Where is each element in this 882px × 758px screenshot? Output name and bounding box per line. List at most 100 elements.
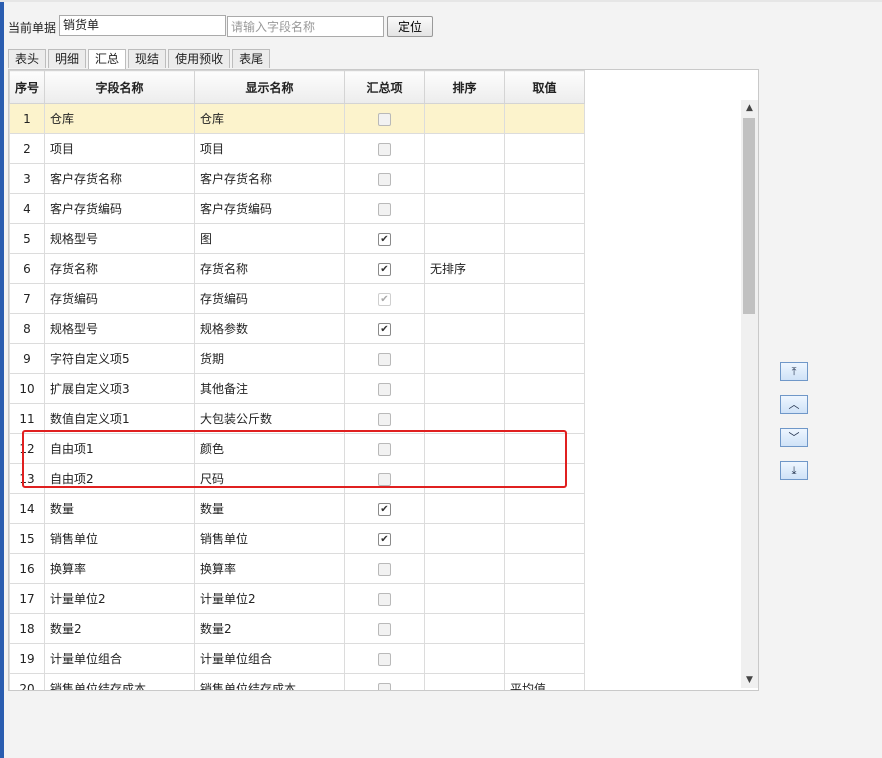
cell-summary[interactable] xyxy=(344,583,425,614)
cell-value[interactable] xyxy=(504,223,585,254)
cell-value[interactable] xyxy=(504,163,585,194)
cell-display-name[interactable]: 销售单位结存成本 xyxy=(194,673,345,690)
cell-display-name[interactable]: 客户存货名称 xyxy=(194,163,345,194)
cell-summary[interactable]: ✔ xyxy=(344,493,425,524)
cell-display-name[interactable]: 仓库 xyxy=(194,103,345,134)
tab-4[interactable]: 使用预收 xyxy=(168,49,231,68)
summary-checkbox[interactable] xyxy=(378,202,391,216)
cell-summary[interactable] xyxy=(344,643,425,674)
cell-sort[interactable] xyxy=(424,343,505,374)
cell-sort[interactable] xyxy=(424,163,505,194)
summary-checkbox[interactable] xyxy=(378,592,391,606)
cell-value[interactable] xyxy=(504,643,585,674)
cell-sort[interactable] xyxy=(424,133,505,164)
cell-display-name[interactable]: 货期 xyxy=(194,343,345,374)
vertical-scrollbar[interactable]: ▲ ▼ xyxy=(741,100,758,688)
tab-5[interactable]: 表尾 xyxy=(232,49,271,68)
cell-summary[interactable] xyxy=(344,673,425,690)
table-row[interactable]: 8 规格型号 规格参数 ✔ xyxy=(9,313,585,344)
current-document-field[interactable]: 销货单 xyxy=(59,15,226,36)
cell-sort[interactable] xyxy=(424,463,505,494)
cell-value[interactable] xyxy=(504,283,585,314)
cell-summary[interactable]: ✔ xyxy=(344,313,425,344)
cell-display-name[interactable]: 数量 xyxy=(194,493,345,524)
cell-display-name[interactable]: 规格参数 xyxy=(194,313,345,344)
table-row[interactable]: 20 销售单位结存成本 销售单位结存成本 平均值 xyxy=(9,673,585,690)
table-row[interactable]: 2 项目 项目 xyxy=(9,133,585,164)
column-header[interactable]: 取值 xyxy=(504,70,585,104)
tab-3[interactable]: 现结 xyxy=(128,49,167,68)
cell-value[interactable] xyxy=(504,613,585,644)
cell-sort[interactable] xyxy=(424,433,505,464)
summary-checkbox[interactable]: ✔ xyxy=(378,322,391,336)
cell-sort[interactable] xyxy=(424,613,505,644)
cell-display-name[interactable]: 图 xyxy=(194,223,345,254)
table-row[interactable]: 18 数量2 数量2 xyxy=(9,613,585,644)
move-top-button[interactable]: ⤒ xyxy=(780,362,808,381)
cell-value[interactable] xyxy=(504,133,585,164)
cell-sort[interactable] xyxy=(424,673,505,690)
cell-summary[interactable] xyxy=(344,193,425,224)
cell-sort[interactable] xyxy=(424,523,505,554)
cell-value[interactable] xyxy=(504,523,585,554)
tab-0[interactable]: 表头 xyxy=(8,49,47,68)
cell-display-name[interactable]: 大包装公斤数 xyxy=(194,403,345,434)
cell-value[interactable] xyxy=(504,463,585,494)
summary-checkbox[interactable]: ✔ xyxy=(378,502,391,516)
table-row[interactable]: 7 存货编码 存货编码 ✔ xyxy=(9,283,585,314)
summary-checkbox[interactable]: ✔ xyxy=(378,292,391,306)
cell-summary[interactable] xyxy=(344,403,425,434)
summary-checkbox[interactable] xyxy=(378,352,391,366)
summary-checkbox[interactable] xyxy=(378,112,391,126)
table-row[interactable]: 13 自由项2 尺码 xyxy=(9,463,585,494)
cell-display-name[interactable]: 计量单位2 xyxy=(194,583,345,614)
cell-value[interactable]: 平均值 xyxy=(504,673,585,690)
cell-summary[interactable] xyxy=(344,343,425,374)
table-row[interactable]: 17 计量单位2 计量单位2 xyxy=(9,583,585,614)
cell-value[interactable] xyxy=(504,193,585,224)
column-header[interactable]: 字段名称 xyxy=(44,70,195,104)
cell-sort[interactable] xyxy=(424,403,505,434)
summary-checkbox[interactable]: ✔ xyxy=(378,232,391,246)
table-row[interactable]: 16 换算率 换算率 xyxy=(9,553,585,584)
cell-value[interactable] xyxy=(504,493,585,524)
cell-sort[interactable] xyxy=(424,193,505,224)
summary-checkbox[interactable] xyxy=(378,562,391,576)
cell-display-name[interactable]: 数量2 xyxy=(194,613,345,644)
table-row[interactable]: 1 仓库 仓库 xyxy=(9,103,585,134)
cell-display-name[interactable]: 销售单位 xyxy=(194,523,345,554)
cell-sort[interactable] xyxy=(424,313,505,344)
tab-2[interactable]: 汇总 xyxy=(88,49,127,69)
move-up-button[interactable]: ︿ xyxy=(780,395,808,414)
cell-value[interactable] xyxy=(504,313,585,344)
cell-display-name[interactable]: 存货名称 xyxy=(194,253,345,284)
field-search-input[interactable] xyxy=(227,16,384,37)
summary-checkbox[interactable]: ✔ xyxy=(378,262,391,276)
tab-1[interactable]: 明细 xyxy=(48,49,87,68)
cell-summary[interactable]: ✔ xyxy=(344,223,425,254)
summary-checkbox[interactable] xyxy=(378,682,391,690)
cell-summary[interactable] xyxy=(344,553,425,584)
table-row[interactable]: 15 销售单位 销售单位 ✔ xyxy=(9,523,585,554)
cell-display-name[interactable]: 项目 xyxy=(194,133,345,164)
cell-value[interactable] xyxy=(504,403,585,434)
cell-summary[interactable]: ✔ xyxy=(344,283,425,314)
cell-sort[interactable] xyxy=(424,493,505,524)
column-header[interactable]: 序号 xyxy=(9,70,45,104)
scroll-up-arrow-icon[interactable]: ▲ xyxy=(741,100,758,116)
column-header[interactable]: 汇总项 xyxy=(344,70,425,104)
column-header[interactable]: 显示名称 xyxy=(194,70,345,104)
cell-sort[interactable] xyxy=(424,553,505,584)
cell-sort[interactable] xyxy=(424,283,505,314)
cell-summary[interactable]: ✔ xyxy=(344,253,425,284)
cell-sort[interactable] xyxy=(424,583,505,614)
cell-display-name[interactable]: 计量单位组合 xyxy=(194,643,345,674)
table-row[interactable]: 6 存货名称 存货名称 ✔ 无排序 xyxy=(9,253,585,284)
cell-display-name[interactable]: 换算率 xyxy=(194,553,345,584)
table-row[interactable]: 5 规格型号图 ✔ xyxy=(9,223,585,254)
cell-display-name[interactable]: 其他备注 xyxy=(194,373,345,404)
cell-summary[interactable]: ✔ xyxy=(344,523,425,554)
summary-checkbox[interactable] xyxy=(378,442,391,456)
cell-display-name[interactable]: 颜色 xyxy=(194,433,345,464)
cell-summary[interactable] xyxy=(344,163,425,194)
